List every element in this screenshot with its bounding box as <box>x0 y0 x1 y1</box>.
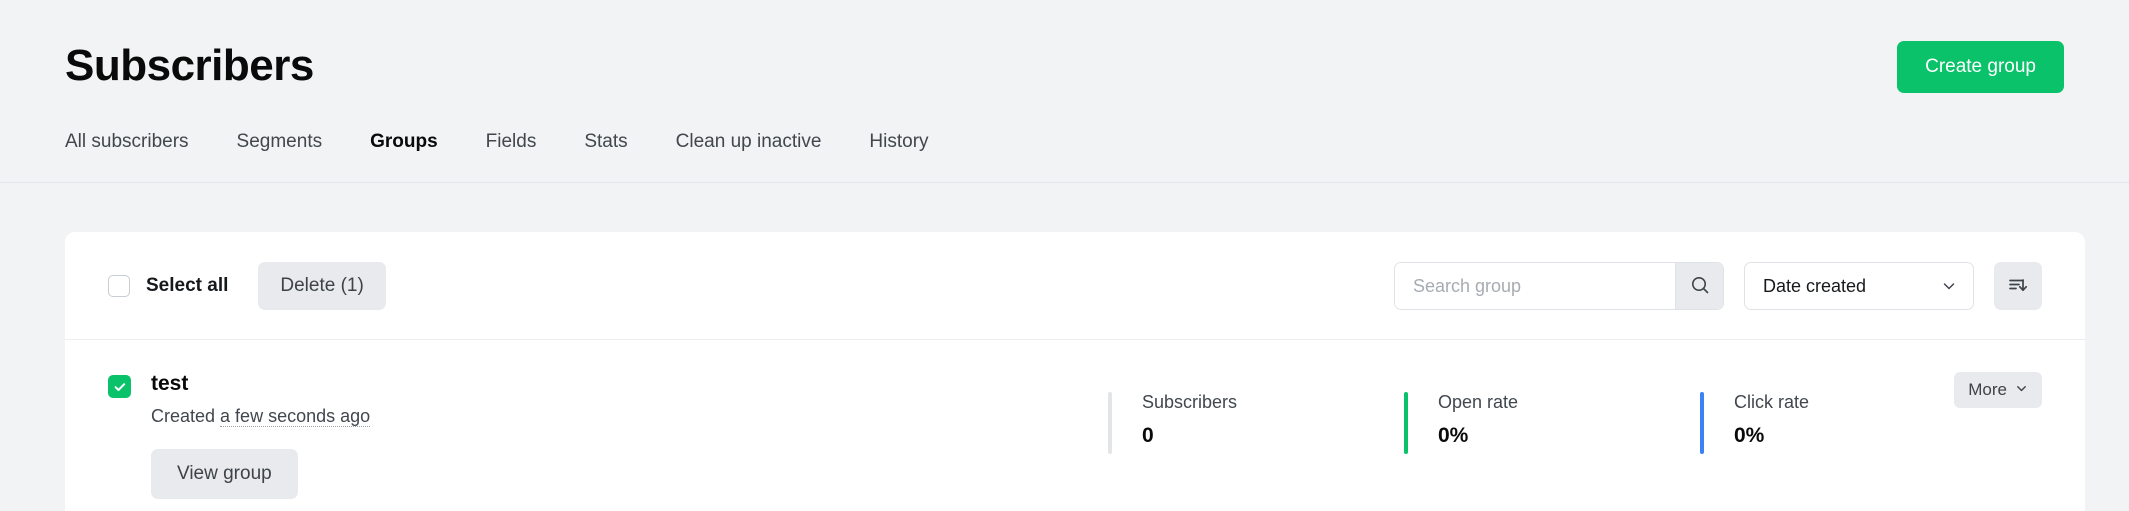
stat-subscribers: Subscribers 0 <box>1108 392 1404 454</box>
page-title: Subscribers <box>65 41 314 90</box>
sort-descending-icon <box>2007 274 2029 299</box>
view-group-button[interactable]: View group <box>151 448 298 499</box>
search-button[interactable] <box>1675 263 1723 309</box>
stat-open-rate-label: Open rate <box>1438 392 1519 412</box>
tab-segments[interactable]: Segments <box>237 131 323 153</box>
select-all-label[interactable]: Select all <box>146 275 228 297</box>
tab-history[interactable]: History <box>869 131 928 153</box>
group-text-block: test Created a few seconds ago View grou… <box>151 371 371 499</box>
stat-open-rate: Open rate 0% <box>1404 392 1700 454</box>
group-created-prefix: Created <box>151 406 221 427</box>
stat-click-rate-value: 0% <box>1734 423 1765 447</box>
tab-all-subscribers[interactable]: All subscribers <box>65 131 189 153</box>
chevron-down-icon <box>1941 278 1957 294</box>
select-all-checkbox[interactable] <box>108 275 130 297</box>
sort-field-select[interactable]: Date created <box>1744 262 1974 310</box>
groups-toolbar: Select all Delete (1) Search group Date … <box>65 232 2085 340</box>
group-stats: Subscribers 0 Open rate 0% Click rate 0% <box>1108 392 1996 454</box>
search-input[interactable] <box>1395 263 1675 309</box>
tab-groups[interactable]: Groups <box>370 131 438 153</box>
search-icon <box>1690 275 1710 298</box>
toolbar-right-group: Date created <box>1394 232 2042 340</box>
subscribers-page: Subscribers Create group All subscribers… <box>0 0 2129 511</box>
group-identity: test Created a few seconds ago View grou… <box>108 371 371 499</box>
sort-direction-button[interactable] <box>1994 262 2042 310</box>
stat-click-rate-label: Click rate <box>1734 392 1810 412</box>
sort-field-value: Date created <box>1763 275 1867 296</box>
search-group-field <box>1394 262 1724 310</box>
page-header: Subscribers Create group All subscribers… <box>0 0 2129 183</box>
stat-subscribers-value: 0 <box>1142 423 1154 447</box>
groups-card: Select all Delete (1) Search group Date … <box>65 232 2085 511</box>
create-group-button[interactable]: Create group <box>1897 41 2064 93</box>
tab-bar: All subscribers Segments Groups Fields S… <box>65 131 929 153</box>
group-created-relative[interactable]: a few seconds ago <box>220 406 371 428</box>
group-created-text: Created a few seconds ago <box>151 405 371 428</box>
stat-open-rate-value: 0% <box>1438 423 1469 447</box>
tab-stats[interactable]: Stats <box>584 131 627 153</box>
group-select-checkbox[interactable] <box>108 375 131 398</box>
toolbar-left-group: Select all Delete (1) <box>108 232 386 340</box>
group-name[interactable]: test <box>151 371 370 397</box>
stat-subscribers-label: Subscribers <box>1142 392 1238 412</box>
tab-fields[interactable]: Fields <box>486 131 537 153</box>
check-icon <box>114 382 125 391</box>
chevron-down-icon <box>2015 380 2028 400</box>
tab-clean-up-inactive[interactable]: Clean up inactive <box>676 131 822 153</box>
stat-click-rate: Click rate 0% <box>1700 392 1996 454</box>
delete-button[interactable]: Delete (1) <box>258 262 386 310</box>
